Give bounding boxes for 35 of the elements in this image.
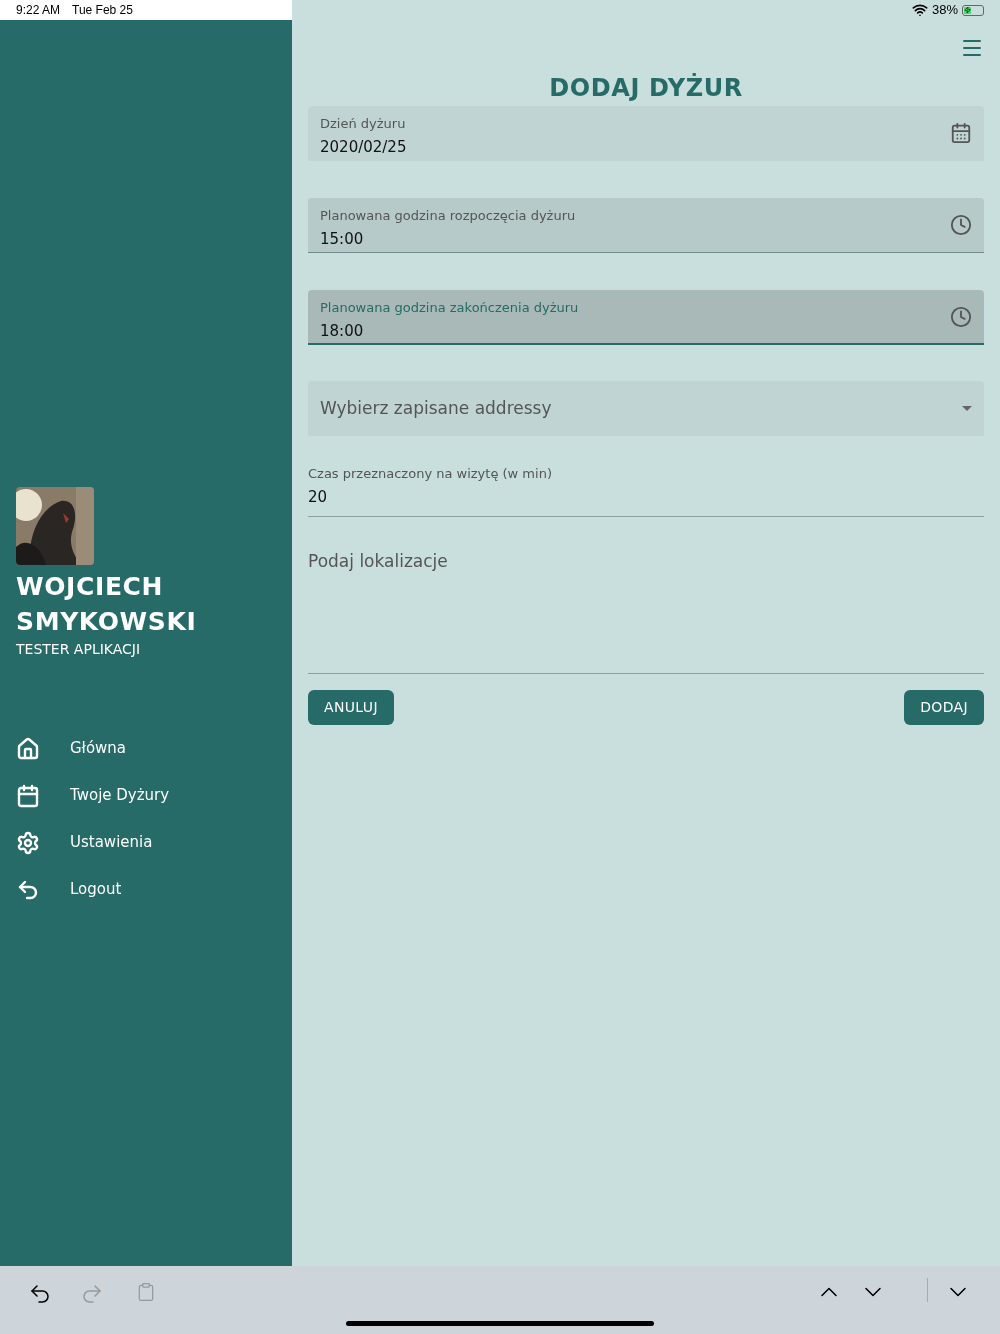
add-button[interactable]: DODAJ <box>904 690 984 725</box>
home-icon <box>16 736 40 761</box>
field-label: Planowana godzina zakończenia dyżuru <box>320 299 579 317</box>
time-field[interactable]: Planowana godzina zakończenia dyżuru 18:00 <box>308 290 984 345</box>
wifi-icon <box>911 2 928 18</box>
status-date: Tue Feb 25 <box>72 2 133 19</box>
clock-icon <box>950 306 972 328</box>
battery-percent: 38% <box>931 1 958 20</box>
nav-item[interactable]: Logout <box>0 866 292 913</box>
field-value: 20 <box>308 486 329 508</box>
battery-icon <box>962 4 984 16</box>
undo-icon[interactable] <box>28 1282 52 1306</box>
calendar-icon <box>950 122 972 144</box>
field-label: Dzień dyżuru <box>320 115 406 133</box>
status-time: 9:22 AM <box>16 2 61 19</box>
location-textarea[interactable]: Podaj lokalizacje <box>308 549 984 674</box>
calendar-icon <box>16 783 40 808</box>
field-value: 18:00 <box>320 320 364 342</box>
field-label: Planowana godzina rozpoczęcia dyżuru <box>320 207 576 225</box>
time-field[interactable]: Planowana godzina rozpoczęcia dyżuru 15:00 <box>308 198 984 253</box>
field-label: Czas przeznaczony na wizytę (w min) <box>308 465 553 483</box>
nav-item[interactable]: Twoje Dyżury <box>0 772 292 819</box>
date-field[interactable]: Dzień dyżuru 2020/02/25 <box>308 106 984 161</box>
user-name: WOJCIECH SMYKOWSKI <box>16 571 198 638</box>
field-value: 15:00 <box>320 228 364 250</box>
visit-time-field[interactable]: Czas przeznaczony na wizytę (w min) 20 <box>308 464 984 517</box>
user-role: TESTER APLIKACJI <box>16 640 142 659</box>
nav-item[interactable]: Ustawienia <box>0 819 292 866</box>
clock-icon <box>950 214 972 236</box>
cancel-button[interactable]: ANULUJ <box>308 690 394 725</box>
dropdown-caret-icon <box>962 406 972 411</box>
gear-icon <box>16 830 40 855</box>
field-value: 2020/02/25 <box>320 136 407 158</box>
address-dropdown[interactable]: Wybierz zapisane addressy <box>308 381 984 436</box>
nav-item[interactable]: Główna <box>0 725 292 772</box>
